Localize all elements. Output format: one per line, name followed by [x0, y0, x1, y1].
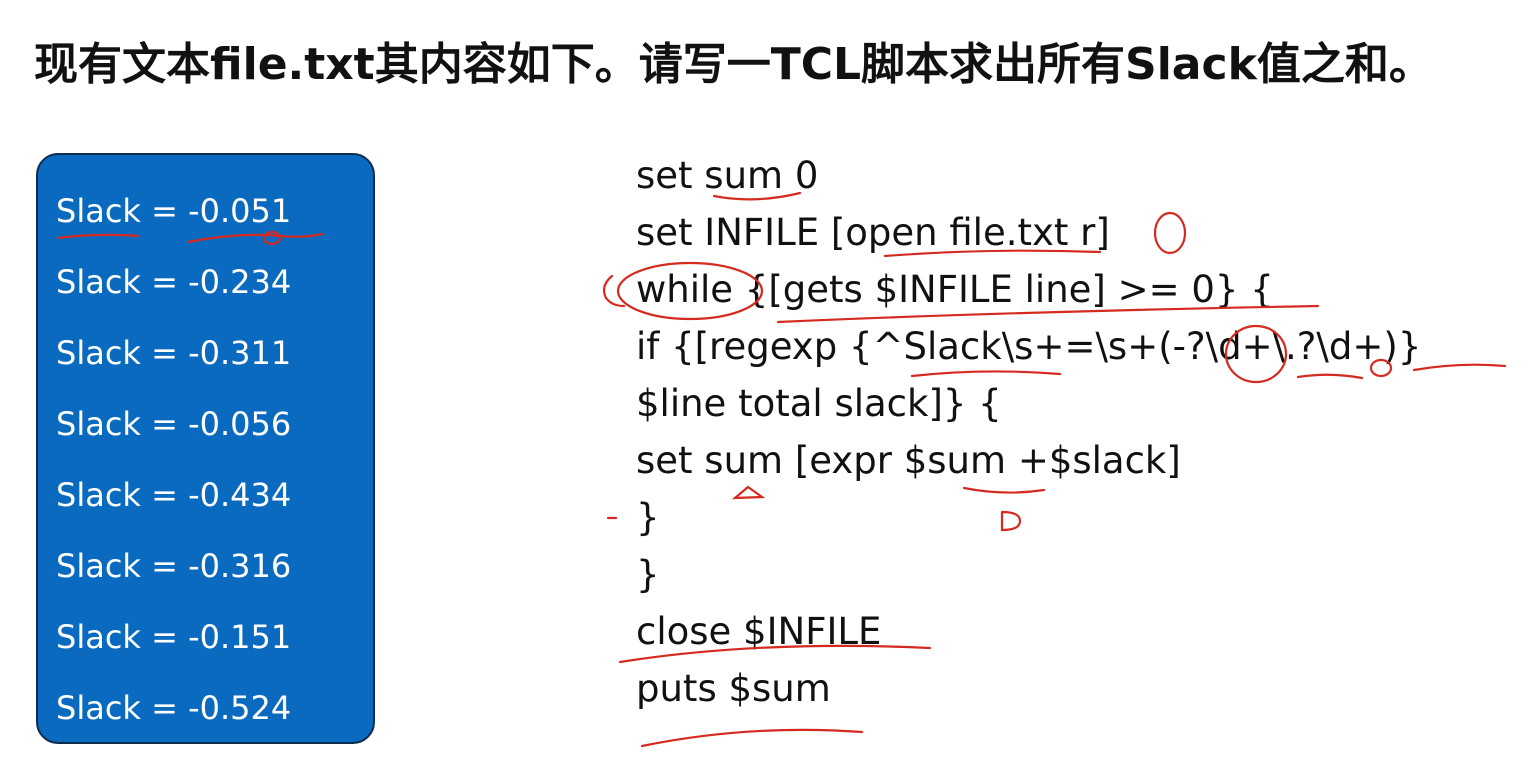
annotation-underline [1412, 363, 1507, 372]
code-line: puts $sum [636, 667, 831, 710]
code-line: set sum 0 [636, 154, 819, 197]
annotation-underline [1296, 373, 1364, 380]
annotation-mark [731, 485, 766, 500]
file-line: Slack = -0.051 [56, 192, 292, 230]
annotation-mark [1000, 510, 1022, 532]
file-content-box: Slack = -0.051 Slack = -0.234 Slack = -0… [36, 153, 375, 744]
file-line: Slack = -0.234 [56, 263, 292, 301]
annotation-underline [640, 728, 864, 748]
code-line: if {[regexp {^Slack\s+=\s+(-?\d+\.?\d+)} [636, 325, 1422, 368]
code-line: $line total slack]} { [636, 382, 1002, 425]
file-line: Slack = -0.151 [56, 618, 292, 656]
file-line: Slack = -0.056 [56, 405, 292, 443]
annotation-underline [962, 486, 1046, 494]
code-line: set sum [expr $sum +$slack] [636, 439, 1181, 482]
code-line: } [636, 553, 660, 596]
file-line: Slack = -0.311 [56, 334, 292, 372]
code-line: } [636, 496, 660, 539]
file-line: Slack = -0.524 [56, 689, 292, 727]
file-line: Slack = -0.434 [56, 476, 292, 514]
annotation-circle [1153, 211, 1187, 255]
slide-title: 现有文本file.txt其内容如下。请写一TCL脚本求出所有Slack值之和。 [34, 39, 1433, 90]
file-line: Slack = -0.316 [56, 547, 292, 585]
code-line: set INFILE [open file.txt r] [636, 211, 1110, 254]
code-line: close $INFILE [636, 610, 882, 653]
annotation-mark [602, 274, 626, 308]
code-line: while {[gets $INFILE line] >= 0} { [636, 268, 1274, 311]
